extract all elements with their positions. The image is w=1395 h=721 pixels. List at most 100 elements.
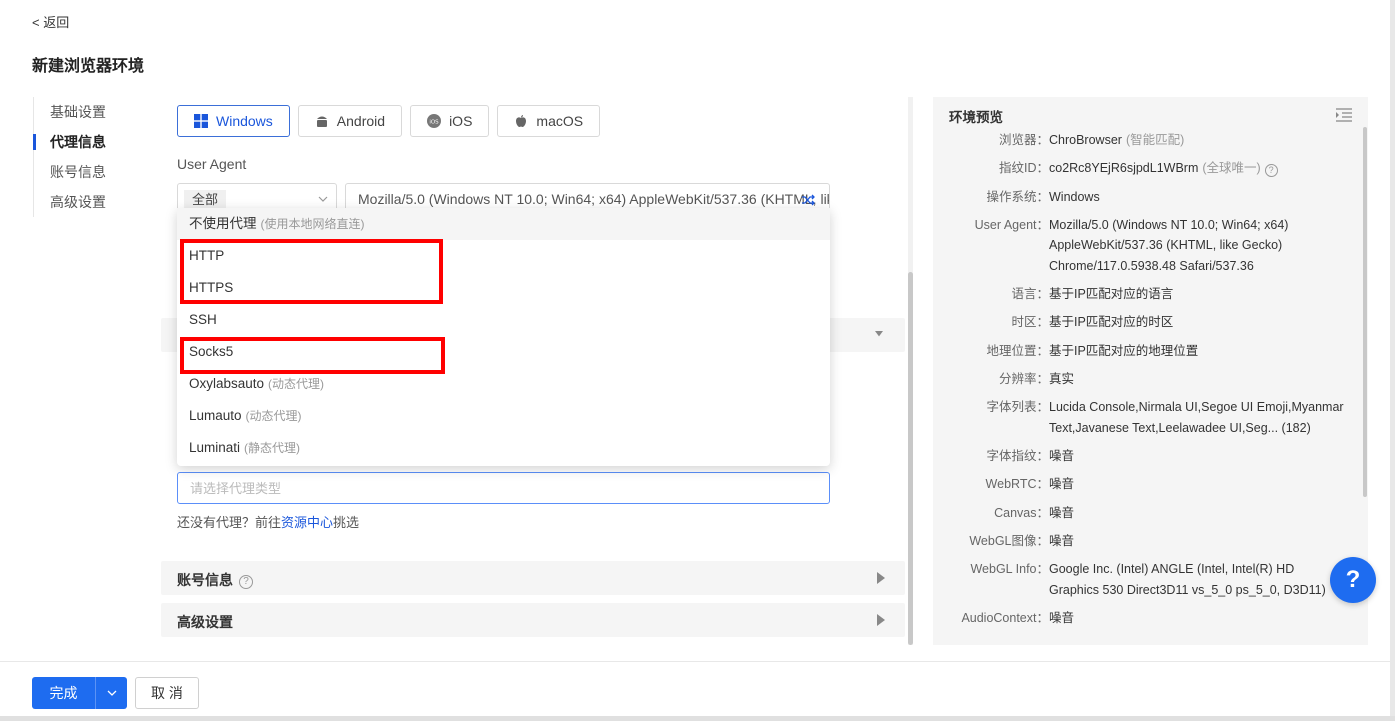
preview-row-timezone: 时区： 基于IP匹配对应的时区: [933, 312, 1353, 333]
window-bottom-edge: [0, 716, 1395, 721]
preview-value: Windows: [1049, 189, 1100, 204]
help-circle-icon[interactable]: ?: [239, 575, 253, 589]
nav-item-advanced[interactable]: 高级设置: [34, 187, 133, 217]
windows-icon: [194, 114, 208, 128]
account-section-label: 账号信息: [177, 572, 233, 588]
preview-key: WebRTC：: [985, 477, 1049, 492]
nav-item-account[interactable]: 账号信息: [34, 157, 133, 187]
preview-value-note: (全球唯一): [1202, 161, 1261, 176]
preview-row-fingerprint: 指纹ID： co2Rc8YEjR6sjpdL1WBrm (全球唯一)?: [933, 158, 1353, 179]
side-nav: 基础设置 代理信息 账号信息 高级设置: [33, 97, 133, 217]
chevron-down-icon: [107, 690, 116, 696]
os-windows-label: Windows: [216, 113, 273, 129]
preview-row-language: 语言： 基于IP匹配对应的语言: [933, 284, 1353, 305]
option-label: 不使用代理: [189, 216, 257, 231]
preview-value: Lucida Console,Nirmala UI,Segoe UI Emoji…: [1049, 400, 1344, 435]
preview-key: WebGL Info：: [970, 562, 1049, 577]
help-circle-icon[interactable]: ?: [1264, 164, 1278, 178]
preview-key: 语言：: [1011, 287, 1049, 302]
preview-value: 基于IP匹配对应的语言: [1049, 287, 1174, 302]
preview-value: ChroBrowser: [1049, 133, 1122, 147]
os-windows-button[interactable]: Windows: [177, 105, 290, 137]
caret-down-icon: [875, 331, 883, 337]
option-label: SSH: [189, 312, 217, 327]
preview-row-ua: User Agent： Mozilla/5.0 (Windows NT 10.0;…: [933, 215, 1353, 277]
window-right-edge: [1390, 0, 1395, 721]
preview-value: 基于IP匹配对应的地理位置: [1049, 343, 1199, 358]
no-proxy-hint: 还没有代理？前往资源中心挑选: [177, 512, 359, 531]
proxy-option-https[interactable]: HTTPS: [177, 272, 830, 304]
done-button-group: 完成: [32, 677, 127, 709]
cancel-button[interactable]: 取 消: [135, 677, 199, 709]
proxy-type-dropdown: 不使用代理 (使用本地网络直连) HTTP HTTPS SSH Socks5 Ox…: [177, 208, 830, 466]
list-icon[interactable]: [1336, 108, 1352, 122]
nav-item-basic[interactable]: 基础设置: [34, 97, 133, 127]
os-macos-label: macOS: [536, 113, 584, 129]
option-hint: (动态代理): [245, 409, 302, 423]
page-title: 新建浏览器环境: [32, 58, 145, 75]
preview-value: 噪音: [1049, 534, 1075, 549]
preview-row-resolution: 分辨率： 真实: [933, 369, 1353, 390]
preview-row-canvas: Canvas： 噪音: [933, 503, 1353, 524]
preview-row-font-fp: 字体指纹： 噪音: [933, 446, 1353, 467]
user-agent-label: User Agent: [177, 156, 247, 172]
proxy-option-none[interactable]: 不使用代理 (使用本地网络直连): [177, 208, 830, 240]
proxy-option-http[interactable]: HTTP: [177, 240, 830, 272]
preview-row-fonts: 字体列表： Lucida Console,Nirmala UI,Segoe UI …: [933, 397, 1353, 438]
proxy-option-socks5[interactable]: Socks5: [177, 336, 830, 368]
android-icon: [316, 116, 327, 127]
os-android-label: Android: [336, 113, 386, 129]
option-label: HTTPS: [189, 280, 234, 295]
apple-icon: [516, 115, 527, 127]
preview-title: 环境预览: [949, 110, 1003, 125]
preview-rows: 浏览器： ChroBrowser (智能匹配) 指纹ID： co2Rc8YEjR6sj…: [933, 130, 1353, 636]
account-section-title: 账号信息?: [177, 570, 253, 590]
no-proxy-suffix: 挑选: [333, 515, 360, 530]
preview-row-webgl-image: WebGL图像： 噪音: [933, 531, 1353, 552]
done-dropdown-toggle[interactable]: [95, 677, 127, 709]
preview-key: 操作系统：: [986, 189, 1049, 204]
ua-filter-tag: 全部: [184, 190, 227, 210]
os-android-button[interactable]: Android: [297, 105, 403, 137]
account-section-bar[interactable]: 账号信息?: [161, 561, 905, 595]
preview-row-browser: 浏览器： ChroBrowser (智能匹配): [933, 130, 1353, 151]
preview-row-audio: AudioContext： 噪音: [933, 608, 1353, 629]
option-label: Luminati: [189, 440, 241, 455]
proxy-option-ssh[interactable]: SSH: [177, 304, 830, 336]
no-proxy-prefix: 还没有代理？前往: [177, 515, 282, 530]
proxy-type-input[interactable]: [177, 472, 830, 504]
caret-right-icon: [877, 614, 885, 626]
proxy-option-oxylabsauto[interactable]: Oxylabsauto (动态代理): [177, 368, 830, 400]
caret-right-icon: [877, 572, 885, 584]
form-scrollbar-thumb[interactable]: [908, 272, 913, 645]
proxy-option-luminati[interactable]: Luminati (静态代理): [177, 432, 830, 464]
option-hint: (使用本地网络直连): [260, 217, 365, 231]
option-hint: (静态代理): [244, 441, 301, 455]
os-ios-button[interactable]: iOS iOS: [410, 105, 490, 137]
done-button[interactable]: 完成: [32, 677, 95, 709]
preview-key: 字体列表：: [986, 400, 1049, 415]
option-label: Oxylabsauto: [189, 376, 265, 391]
preview-key: 浏览器：: [998, 133, 1049, 147]
advanced-section-bar[interactable]: 高级设置: [161, 603, 905, 637]
shuffle-icon[interactable]: [801, 193, 815, 207]
preview-value: 真实: [1049, 372, 1075, 387]
preview-key: 时区：: [1011, 315, 1049, 330]
preview-value: 基于IP匹配对应的时区: [1049, 315, 1174, 330]
preview-value: Mozilla/5.0 (Windows NT 10.0; Win64; x64…: [1049, 217, 1289, 273]
resource-center-link[interactable]: 资源中心: [281, 515, 333, 530]
preview-scrollbar-thumb[interactable]: [1363, 127, 1367, 497]
preview-key: WebGL图像：: [969, 534, 1049, 549]
preview-row-geo: 地理位置： 基于IP匹配对应的地理位置: [933, 341, 1353, 362]
preview-key: 字体指纹：: [986, 449, 1049, 464]
advanced-section-label: 高级设置: [177, 614, 233, 630]
preview-key: 地理位置：: [986, 343, 1049, 358]
os-selector: Windows Android iOS iOS macOS: [177, 105, 601, 137]
back-link[interactable]: < 返回: [32, 12, 69, 31]
help-button[interactable]: ?: [1330, 557, 1376, 603]
nav-item-proxy[interactable]: 代理信息: [33, 127, 133, 157]
proxy-option-lumauto[interactable]: Lumauto (动态代理): [177, 400, 830, 432]
os-macos-button[interactable]: macOS: [497, 105, 601, 137]
option-label: HTTP: [189, 248, 225, 263]
chevron-down-icon: [318, 196, 328, 202]
